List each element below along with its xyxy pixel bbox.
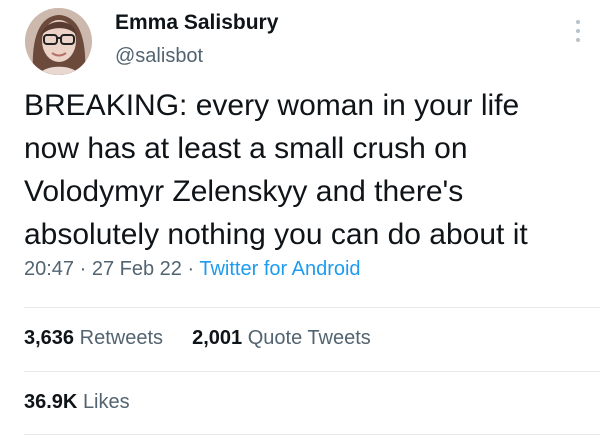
divider: [24, 434, 600, 435]
tweet-source-link[interactable]: Twitter for Android: [199, 258, 360, 280]
tweet-time[interactable]: 20:47: [24, 258, 74, 280]
likes-stat[interactable]: 36.9K Likes: [24, 391, 130, 413]
user-avatar-icon: [25, 8, 92, 75]
likes-count: 36.9K: [24, 391, 78, 413]
quote-tweets-stat[interactable]: 2,001 Quote Tweets: [192, 327, 371, 349]
retweets-label: Retweets: [79, 327, 163, 349]
retweets-count: 3,636: [24, 327, 75, 349]
tweet-text: BREAKING: every woman in your life now h…: [24, 89, 528, 251]
avatar[interactable]: [25, 8, 92, 75]
tweet-meta: 20:47 · 27 Feb 22 · Twitter for Android: [24, 258, 361, 281]
retweets-stat[interactable]: 3,636 Retweets: [24, 327, 163, 349]
tweet-date[interactable]: 27 Feb 22: [92, 258, 182, 280]
author-handle[interactable]: @salisbot: [115, 45, 203, 68]
meta-separator: ·: [187, 258, 195, 280]
likes-label: Likes: [82, 391, 130, 413]
author-name[interactable]: Emma Salisbury: [115, 11, 278, 35]
quote-tweets-label: Quote Tweets: [247, 327, 371, 349]
divider: [24, 307, 600, 308]
likes-row: 36.9K Likes: [24, 391, 130, 414]
divider: [24, 371, 600, 372]
quote-tweets-count: 2,001: [192, 327, 243, 349]
meta-separator: ·: [79, 258, 87, 280]
engagement-row: 3,636 Retweets 2,001 Quote Tweets: [24, 327, 371, 350]
more-options-icon[interactable]: [572, 20, 584, 46]
